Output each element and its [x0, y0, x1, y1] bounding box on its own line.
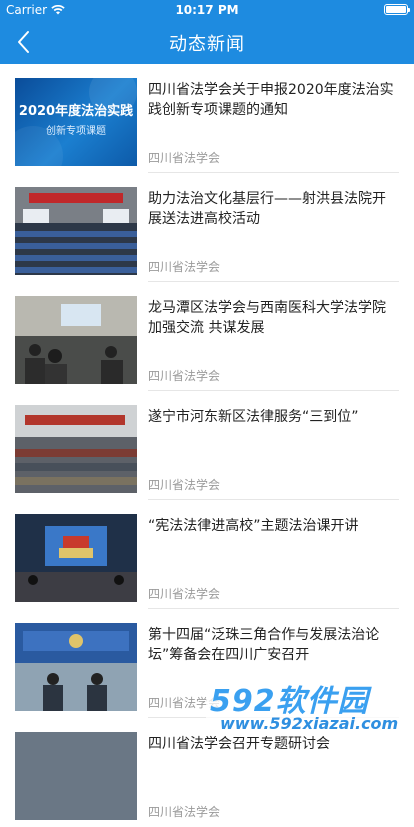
watermark-url: www.592xiazai.com: [220, 714, 399, 733]
news-source: 四川省法学会: [148, 805, 221, 819]
forum-image: [15, 623, 137, 711]
news-item[interactable]: “宪法法律进高校”主题法治课开讲 四川省法学会: [0, 500, 414, 609]
news-item[interactable]: 2020年度法治实践 创新专项课题 四川省法学会关于申报2020年度法治实践创新…: [0, 64, 414, 173]
status-time: 10:17 PM: [175, 3, 239, 17]
news-thumbnail: [15, 732, 137, 820]
status-bar: Carrier 10:17 PM: [0, 0, 414, 20]
news-source: 四川省法学会: [148, 260, 221, 274]
news-item[interactable]: 遂宁市河东新区法律服务“三到位” 四川省法学会: [0, 391, 414, 500]
news-source: 四川省法学会: [148, 478, 221, 492]
nav-bar: 动态新闻: [0, 20, 414, 64]
news-item[interactable]: 龙马潭区法学会与西南医科大学法学院加强交流 共谋发展 四川省法学会: [0, 282, 414, 391]
page-title: 动态新闻: [169, 34, 245, 55]
news-title: 第十四届“泛珠三角合作与发展法治论坛”筹备会在四川广安召开: [148, 627, 380, 663]
news-title: 四川省法学会召开专题研讨会: [148, 736, 330, 752]
news-thumbnail: 2020年度法治实践 创新专项课题: [15, 78, 137, 166]
news-thumbnail: [15, 623, 137, 711]
news-source: 四川省法学会: [148, 587, 221, 601]
meeting-image: [15, 296, 137, 384]
news-thumbnail: [15, 514, 137, 602]
news-source: 四川省法学会: [148, 151, 221, 165]
news-thumbnail: [15, 187, 137, 275]
projection-image: [15, 514, 137, 602]
news-title: 四川省法学会关于申报2020年度法治实践创新专项课题的通知: [148, 82, 394, 118]
thumb-caption-2: 创新专项课题: [46, 126, 106, 137]
news-title: 龙马潭区法学会与西南医科大学法学院加强交流 共谋发展: [148, 300, 386, 336]
news-title: 助力法治文化基层行——射洪县法院开展送法进高校活动: [148, 191, 386, 227]
battery-icon: [384, 4, 410, 15]
auditorium-image: [15, 187, 137, 275]
lecture-hall-image: [15, 405, 137, 493]
app-header: Carrier 10:17 PM 动态新闻: [0, 0, 414, 64]
news-item[interactable]: 助力法治文化基层行——射洪县法院开展送法进高校活动 四川省法学会: [0, 173, 414, 282]
news-title: “宪法法律进高校”主题法治课开讲: [148, 518, 359, 534]
watermark-logo: 592软件园 www.592xiazai.com: [206, 674, 414, 736]
news-thumbnail: [15, 405, 137, 493]
news-thumbnail: [15, 296, 137, 384]
news-source: 四川省法学会: [148, 369, 221, 383]
news-title: 遂宁市河东新区法律服务“三到位”: [148, 409, 359, 425]
thumb-caption-1: 2020年度法治实践: [18, 104, 134, 119]
